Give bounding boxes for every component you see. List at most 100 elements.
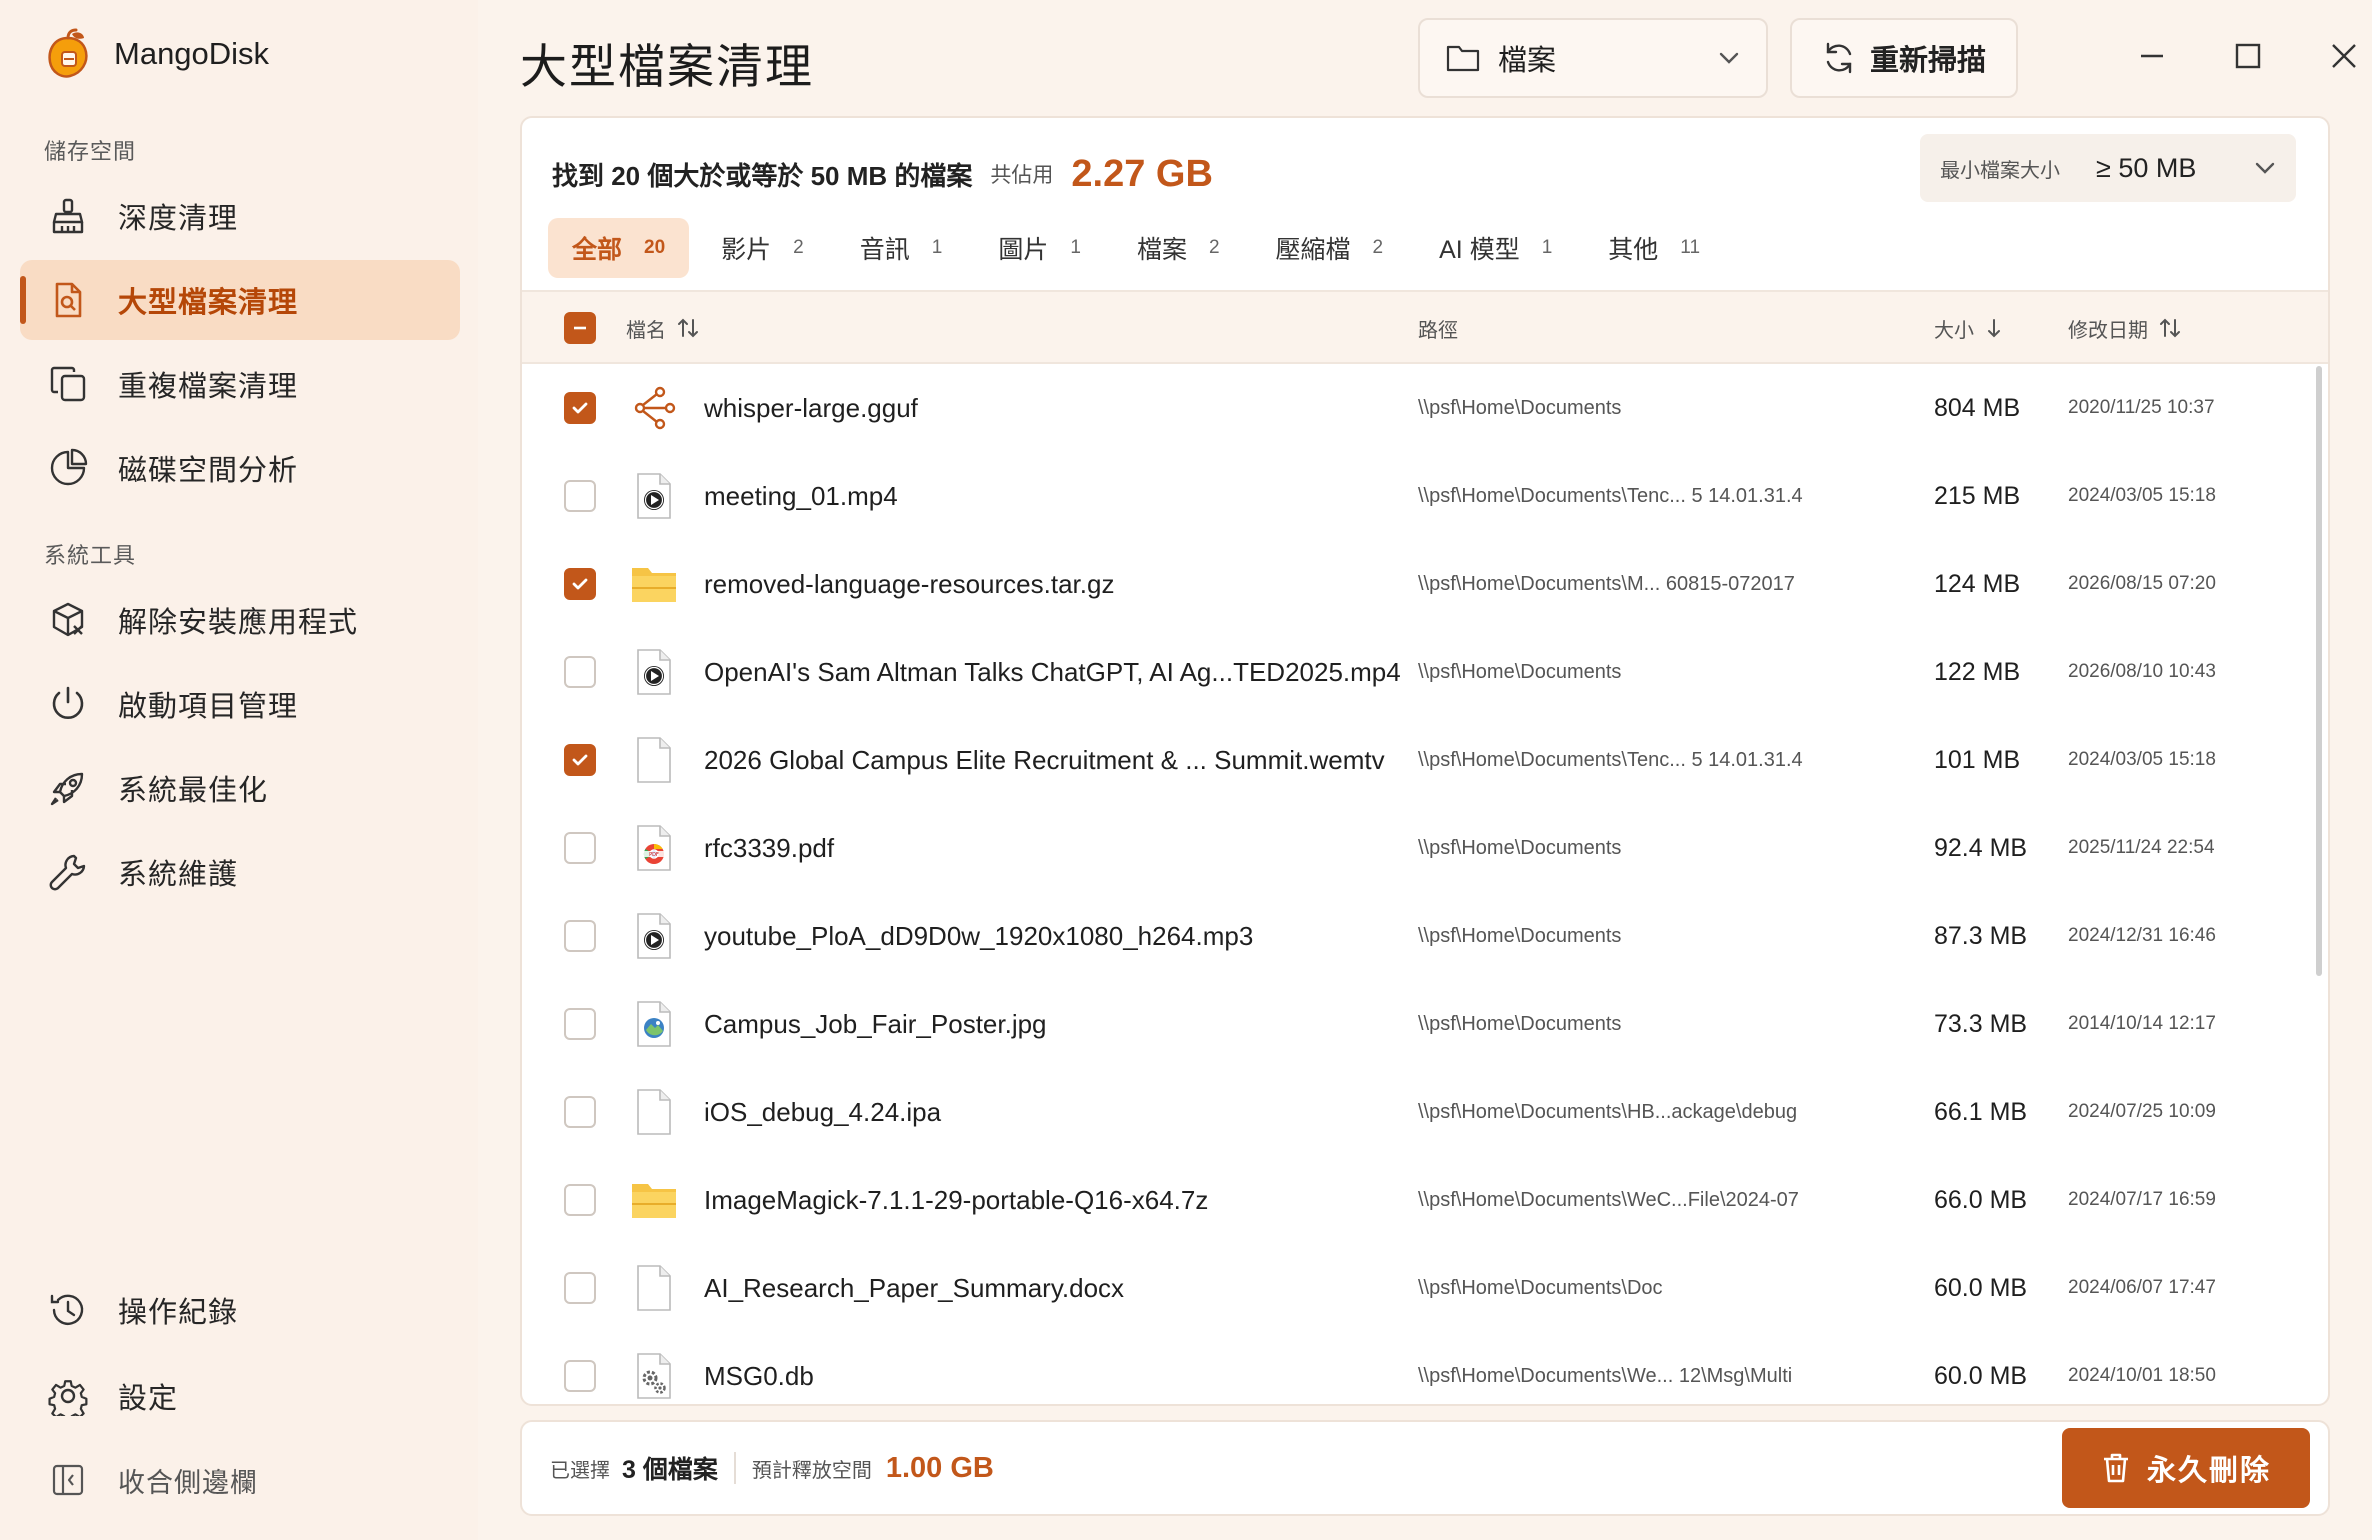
scan-summary: 找到 20 個大於或等於 50 MB 的檔案 共佔用 2.27 GB <box>552 144 1213 204</box>
free-space-value: 1.00 GB <box>885 1451 994 1484</box>
database-settings-icon <box>630 1352 678 1400</box>
tab-count: 1 <box>1070 237 1081 258</box>
tab-3[interactable]: 圖片 1 <box>974 218 1105 278</box>
page-title: 大型檔案清理 <box>520 40 814 93</box>
row-checkbox[interactable] <box>564 392 596 424</box>
sidebar-item-history[interactable]: 操作紀錄 <box>20 1270 460 1350</box>
file-name: rfc3339.pdf <box>704 833 835 863</box>
table-row[interactable]: Campus_Job_Fair_Poster.jpg \\psf\Home\Doc… <box>522 980 2328 1068</box>
maximize-button[interactable] <box>2228 36 2268 76</box>
collapse-sidebar-label: 收合側邊欄 <box>118 1467 258 1498</box>
min-size-select[interactable]: 最小檔案大小 ≥ 50 MB <box>1920 134 2296 202</box>
file-modified: 2024/10/01 18:50 <box>2068 1365 2216 1386</box>
column-modified[interactable]: 修改日期 <box>2068 292 2182 364</box>
sidebar-item-startup[interactable]: 啟動項目管理 <box>20 664 460 744</box>
file-size: 101 MB <box>1934 746 2021 774</box>
file-size: 66.0 MB <box>1934 1186 2028 1214</box>
image-icon <box>630 1000 678 1048</box>
sidebar-item-deep-clean[interactable]: 深度清理 <box>20 176 460 256</box>
file-name: Campus_Job_Fair_Poster.jpg <box>704 1009 1047 1039</box>
tab-5[interactable]: 壓縮檔 2 <box>1252 218 1408 278</box>
wrench-icon <box>48 852 88 892</box>
tools-section-title: 系統工具 <box>44 543 137 568</box>
file-size: 87.3 MB <box>1934 922 2028 950</box>
sidebar-item-label: 操作紀錄 <box>118 1297 239 1329</box>
file-path: \\psf\Home\Documents\We... 12\Msg\Multi <box>1418 1365 1793 1387</box>
row-checkbox[interactable] <box>564 1096 596 1128</box>
row-checkbox[interactable] <box>564 744 596 776</box>
sidebar-item-optimize[interactable]: 系統最佳化 <box>20 748 460 828</box>
tab-1[interactable]: 影片 2 <box>697 218 828 278</box>
row-checkbox[interactable] <box>564 1360 596 1392</box>
file-name: whisper-large.gguf <box>704 393 918 423</box>
file-name: removed-language-resources.tar.gz <box>704 569 1115 599</box>
table-row[interactable]: 2026 Global Campus Elite Recruitment & .… <box>522 716 2328 804</box>
audio-icon <box>630 912 678 960</box>
column-size[interactable]: 大小 <box>1934 292 2004 364</box>
tab-2[interactable]: 音訊 1 <box>836 218 967 278</box>
sidebar-item-large-files[interactable]: 大型檔案清理 <box>20 260 460 340</box>
tab-label: AI 模型 <box>1439 236 1520 264</box>
row-checkbox[interactable] <box>564 1272 596 1304</box>
column-path[interactable]: 路徑 <box>1418 292 1458 364</box>
tab-7[interactable]: 其他 11 <box>1584 218 1724 278</box>
file-modified: 2024/07/17 16:59 <box>2068 1189 2216 1210</box>
table-row[interactable]: whisper-large.gguf \\psf\Home\Documents 80… <box>522 364 2328 452</box>
column-name[interactable]: 檔名 <box>626 292 700 364</box>
tab-label: 影片 <box>721 236 772 264</box>
tab-0[interactable]: 全部 20 <box>548 218 690 278</box>
minimize-button[interactable] <box>2132 36 2172 76</box>
column-size-label: 大小 <box>1934 319 1974 342</box>
row-checkbox[interactable] <box>564 1008 596 1040</box>
delete-label: 永久刪除 <box>2146 1455 2271 1487</box>
svg-text:PDF: PDF <box>649 852 659 858</box>
table-row[interactable]: AI_Research_Paper_Summary.docx \\psf\Home… <box>522 1244 2328 1332</box>
select-all-checkbox[interactable] <box>564 312 596 344</box>
file-modified: 2024/03/05 15:18 <box>2068 749 2216 770</box>
close-button[interactable] <box>2324 36 2364 76</box>
rescan-button[interactable]: 重新掃描 <box>1790 18 2018 98</box>
row-checkbox[interactable] <box>564 920 596 952</box>
sidebar-item-label: 重複檔案清理 <box>118 371 299 403</box>
file-type-select[interactable]: 檔案 <box>1418 18 1768 98</box>
sidebar-item-settings[interactable]: 設定 <box>20 1356 460 1436</box>
sidebar-item-disk-analysis[interactable]: 磁碟空間分析 <box>20 428 460 508</box>
gear-icon <box>48 1376 88 1416</box>
min-size-label: 最小檔案大小 <box>1940 159 2060 182</box>
file-path: \\psf\Home\Documents <box>1418 397 1622 419</box>
video-icon <box>630 648 678 696</box>
close-icon <box>2332 44 2356 68</box>
rescan-label: 重新掃描 <box>1869 45 1986 77</box>
row-checkbox[interactable] <box>564 656 596 688</box>
permanent-delete-button[interactable]: 永久刪除 <box>2062 1428 2310 1508</box>
file-modified: 2024/12/31 16:46 <box>2068 925 2216 946</box>
tab-4[interactable]: 檔案 2 <box>1113 218 1244 278</box>
min-size-value: ≥ 50 MB <box>2096 152 2197 183</box>
table-row[interactable]: ImageMagick-7.1.1-29-portable-Q16-x64.7z… <box>522 1156 2328 1244</box>
indeterminate-icon <box>574 326 586 330</box>
table-row[interactable]: OpenAI's Sam Altman Talks ChatGPT, AI Ag… <box>522 628 2328 716</box>
table-row[interactable]: MSG0.db \\psf\Home\Documents\We... 12\Msg… <box>522 1332 2328 1404</box>
table-row[interactable]: removed-language-resources.tar.gz \\psf\H… <box>522 540 2328 628</box>
table-row[interactable]: meeting_01.mp4 \\psf\Home\Documents\Tenc.… <box>522 452 2328 540</box>
storage-section-title: 儲存空間 <box>44 139 137 164</box>
file-path: \\psf\Home\Documents <box>1418 661 1622 683</box>
check-icon <box>570 574 590 594</box>
free-space-label: 預計釋放空間 <box>751 1459 872 1482</box>
tab-6[interactable]: AI 模型 1 <box>1415 218 1576 278</box>
sidebar-item-duplicate-files[interactable]: 重複檔案清理 <box>20 344 460 424</box>
sidebar-item-maintenance[interactable]: 系統維護 <box>20 832 460 912</box>
row-checkbox[interactable] <box>564 568 596 600</box>
collapse-sidebar-button[interactable]: 收合側邊欄 <box>20 1440 460 1520</box>
file-size: 66.1 MB <box>1934 1098 2028 1126</box>
table-row[interactable]: iOS_debug_4.24.ipa \\psf\Home\Documents\H… <box>522 1068 2328 1156</box>
row-checkbox[interactable] <box>564 480 596 512</box>
sidebar-item-uninstall[interactable]: 解除安裝應用程式 <box>20 580 460 660</box>
row-checkbox[interactable] <box>564 832 596 864</box>
ai-model-icon <box>630 384 678 432</box>
list-scrollbar[interactable] <box>2316 366 2322 976</box>
table-row[interactable]: PDF rfc3339.pdf \\psf\Home\Documents 92.4 M… <box>522 804 2328 892</box>
row-checkbox[interactable] <box>564 1184 596 1216</box>
archive-folder-icon <box>630 560 678 608</box>
table-row[interactable]: youtube_PloA_dD9D0w_1920x1080_h264.mp3 \\… <box>522 892 2328 980</box>
